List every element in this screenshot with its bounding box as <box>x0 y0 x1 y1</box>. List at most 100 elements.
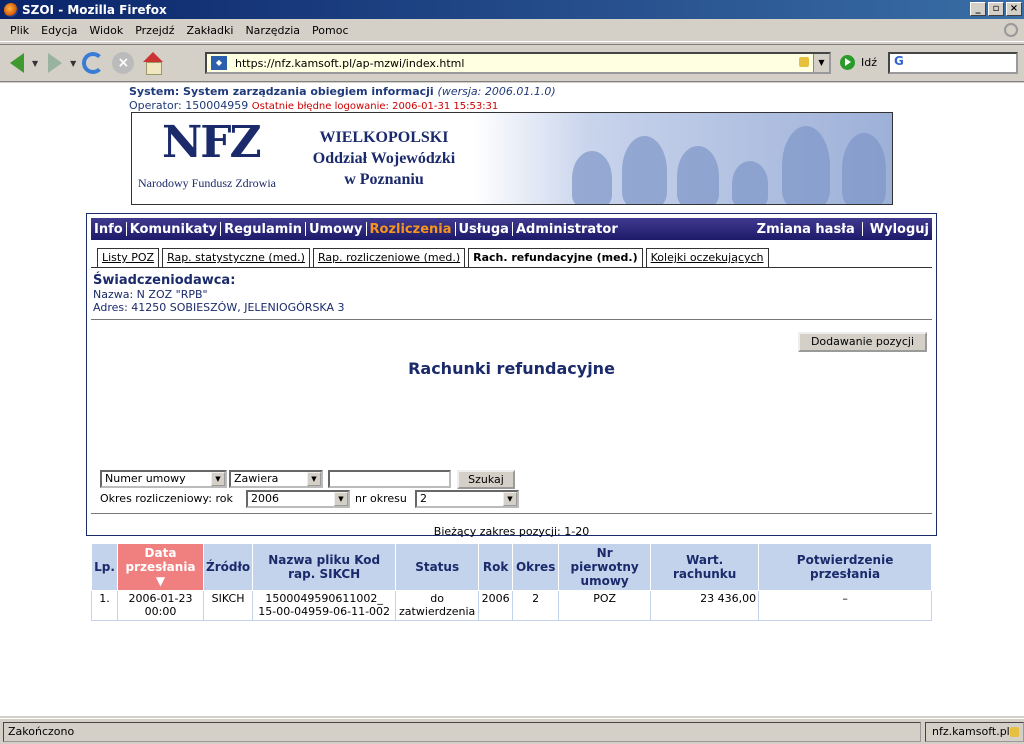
operator-line: Operator: 150004959 Ostatnie błędne logo… <box>129 99 498 112</box>
close-button[interactable]: × <box>1006 2 1022 16</box>
col-date[interactable]: Data przesłania ▼ <box>117 543 204 591</box>
menu-narzedzia[interactable]: Narzędzia <box>239 24 306 37</box>
cell-status: do zatwierdzenia <box>395 590 480 621</box>
home-button[interactable] <box>140 50 166 76</box>
lock-icon[interactable] <box>1010 726 1019 737</box>
invoices-table: Lp. Data przesłania ▼ Źródło Nazwa pliku… <box>91 543 932 621</box>
region-line1: WIELKOPOLSKI <box>319 129 449 146</box>
page-title: Rachunki refundacyjne <box>408 359 615 378</box>
operator-select[interactable]: Zawiera ▼ <box>229 470 323 488</box>
col-lp[interactable]: Lp. <box>91 543 118 591</box>
forward-button[interactable] <box>42 50 68 76</box>
throbber-icon <box>1004 23 1018 37</box>
menu-bar: Plik Edycja Widok Przejdź Zakładki Narzę… <box>0 20 1024 42</box>
chevron-down-icon: ▼ <box>334 492 348 506</box>
nfz-logo-subtitle: Narodowy Fundusz Zdrowia <box>138 176 276 190</box>
tab-listy-poz[interactable]: Listy POZ <box>97 248 160 268</box>
chevron-down-icon: ▼ <box>211 472 225 486</box>
back-arrow-icon <box>10 53 24 73</box>
last-failed-login: Ostatnie błędne logowanie: 2006-01-31 15… <box>251 101 499 112</box>
nav-logout[interactable]: Wyloguj <box>867 222 932 237</box>
cell-value: 23 436,00 <box>650 590 760 621</box>
stop-button[interactable]: × <box>110 50 136 76</box>
region-line3: w Poznaniu <box>344 171 424 188</box>
col-value[interactable]: Wart. rachunku <box>650 543 760 591</box>
col-source[interactable]: Źródło <box>202 543 254 591</box>
col-filename[interactable]: Nazwa pliku Kod rap. SIKCH <box>252 543 397 591</box>
table-row[interactable]: 1. 2006-01-23 00:00 SIKCH 150004959061100… <box>91 590 932 621</box>
add-item-button[interactable]: Dodawanie pozycji <box>798 332 927 352</box>
nav-usluga[interactable]: Usługa <box>456 222 512 237</box>
search-box[interactable]: G <box>888 52 1018 74</box>
back-button[interactable] <box>4 50 30 76</box>
tabs-divider <box>91 267 932 268</box>
go-button[interactable]: Idź <box>840 55 877 70</box>
menu-pomoc[interactable]: Pomoc <box>306 24 354 37</box>
tab-rap-statystyczne[interactable]: Rap. statystyczne (med.) <box>162 248 310 268</box>
nav-administrator[interactable]: Administrator <box>513 222 621 237</box>
cell-period: 2 <box>512 590 560 621</box>
chevron-down-icon: ▼ <box>307 472 321 486</box>
system-label: System: System zarządzania obiegiem info… <box>129 85 434 98</box>
lock-icon[interactable] <box>799 57 809 67</box>
banner-photo <box>562 121 892 204</box>
cell-contract: POZ <box>558 590 652 621</box>
url-bar[interactable]: ◆ https://nfz.kamsoft.pl/ap-mzwi/index.h… <box>205 52 831 74</box>
tab-rach-refundacyjne[interactable]: Rach. refundacyjne (med.) <box>468 248 643 268</box>
forward-arrow-icon <box>48 53 63 73</box>
period-number-label: nr okresu <box>355 492 407 505</box>
nav-komunikaty[interactable]: Komunikaty <box>127 222 220 237</box>
region-name: WIELKOPOLSKI Oddział Wojewódzki w Poznan… <box>304 127 464 190</box>
page-content: System: System zarządzania obiegiem info… <box>0 83 1024 716</box>
back-dropdown-icon[interactable]: ▼ <box>32 59 38 68</box>
col-contract[interactable]: Nr pierwotny umowy <box>558 543 652 591</box>
nav-info[interactable]: Info <box>91 222 126 237</box>
maximize-button[interactable]: ▫ <box>988 2 1004 16</box>
tab-kolejki[interactable]: Kolejki oczekujących <box>645 248 769 268</box>
nav-umowy[interactable]: Umowy <box>306 222 366 237</box>
cell-lp: 1. <box>91 590 118 621</box>
operator-select-value: Zawiera <box>234 472 279 485</box>
provider-address: Adres: 41250 SOBIESZÓW, JELENIOGÓRSKA 3 <box>93 301 345 314</box>
search-input[interactable] <box>328 470 451 488</box>
menu-plik[interactable]: Plik <box>4 24 35 37</box>
col-period[interactable]: Okres <box>512 543 560 591</box>
forward-dropdown-icon[interactable]: ▼ <box>70 59 76 68</box>
nfz-banner: NFZ Narodowy Fundusz Zdrowia WIELKOPOLSK… <box>131 112 893 205</box>
provider-heading: Świadczeniodawca: <box>93 273 236 288</box>
col-status[interactable]: Status <box>395 543 480 591</box>
col-confirmation[interactable]: Potwierdzenie przesłania <box>758 543 932 591</box>
divider <box>91 319 932 320</box>
region-line2: Oddział Wojewódzki <box>312 150 456 167</box>
nav-change-password[interactable]: Zmiana hasła <box>754 222 858 237</box>
reload-icon <box>82 52 105 74</box>
search-button[interactable]: Szukaj <box>457 470 515 489</box>
cell-source: SIKCH <box>202 590 254 621</box>
menu-edycja[interactable]: Edycja <box>35 24 83 37</box>
nav-regulamin[interactable]: Regulamin <box>221 222 305 237</box>
col-year[interactable]: Rok <box>478 543 514 591</box>
main-panel: Info Komunikaty Regulamin Umowy Rozlicze… <box>86 213 937 621</box>
menu-przejdz[interactable]: Przejdź <box>129 24 180 37</box>
year-select[interactable]: 2006 ▼ <box>246 490 350 508</box>
status-bar: Zakończono nfz.kamsoft.pl <box>0 718 1024 744</box>
window-title-bar: SZOI - Mozilla Firefox _ ▫ × <box>0 0 1024 19</box>
divider <box>91 513 932 514</box>
url-dropdown-icon[interactable]: ▼ <box>813 54 829 72</box>
field-select[interactable]: Numer umowy ▼ <box>100 470 227 488</box>
range-text: Bieżący zakres pozycji: 1-20 <box>433 525 590 538</box>
field-select-value: Numer umowy <box>105 472 186 485</box>
nav-rozliczenia[interactable]: Rozliczenia <box>367 222 455 237</box>
site-icon: ◆ <box>211 56 227 70</box>
menu-widok[interactable]: Widok <box>83 24 129 37</box>
minimize-button[interactable]: _ <box>970 2 986 16</box>
menu-zakladki[interactable]: Zakładki <box>181 24 240 37</box>
sort-desc-icon: ▼ <box>155 574 166 588</box>
system-line: System: System zarządzania obiegiem info… <box>129 85 556 98</box>
reload-button[interactable] <box>80 50 106 76</box>
year-select-value: 2006 <box>251 492 279 505</box>
tab-rap-rozliczeniowe[interactable]: Rap. rozliczeniowe (med.) <box>312 248 466 268</box>
period-number-select[interactable]: 2 ▼ <box>415 490 519 508</box>
cell-year: 2006 <box>478 590 514 621</box>
cell-filename[interactable]: 1500049590611002_ 15-00-04959-06-11-002 <box>252 590 397 621</box>
